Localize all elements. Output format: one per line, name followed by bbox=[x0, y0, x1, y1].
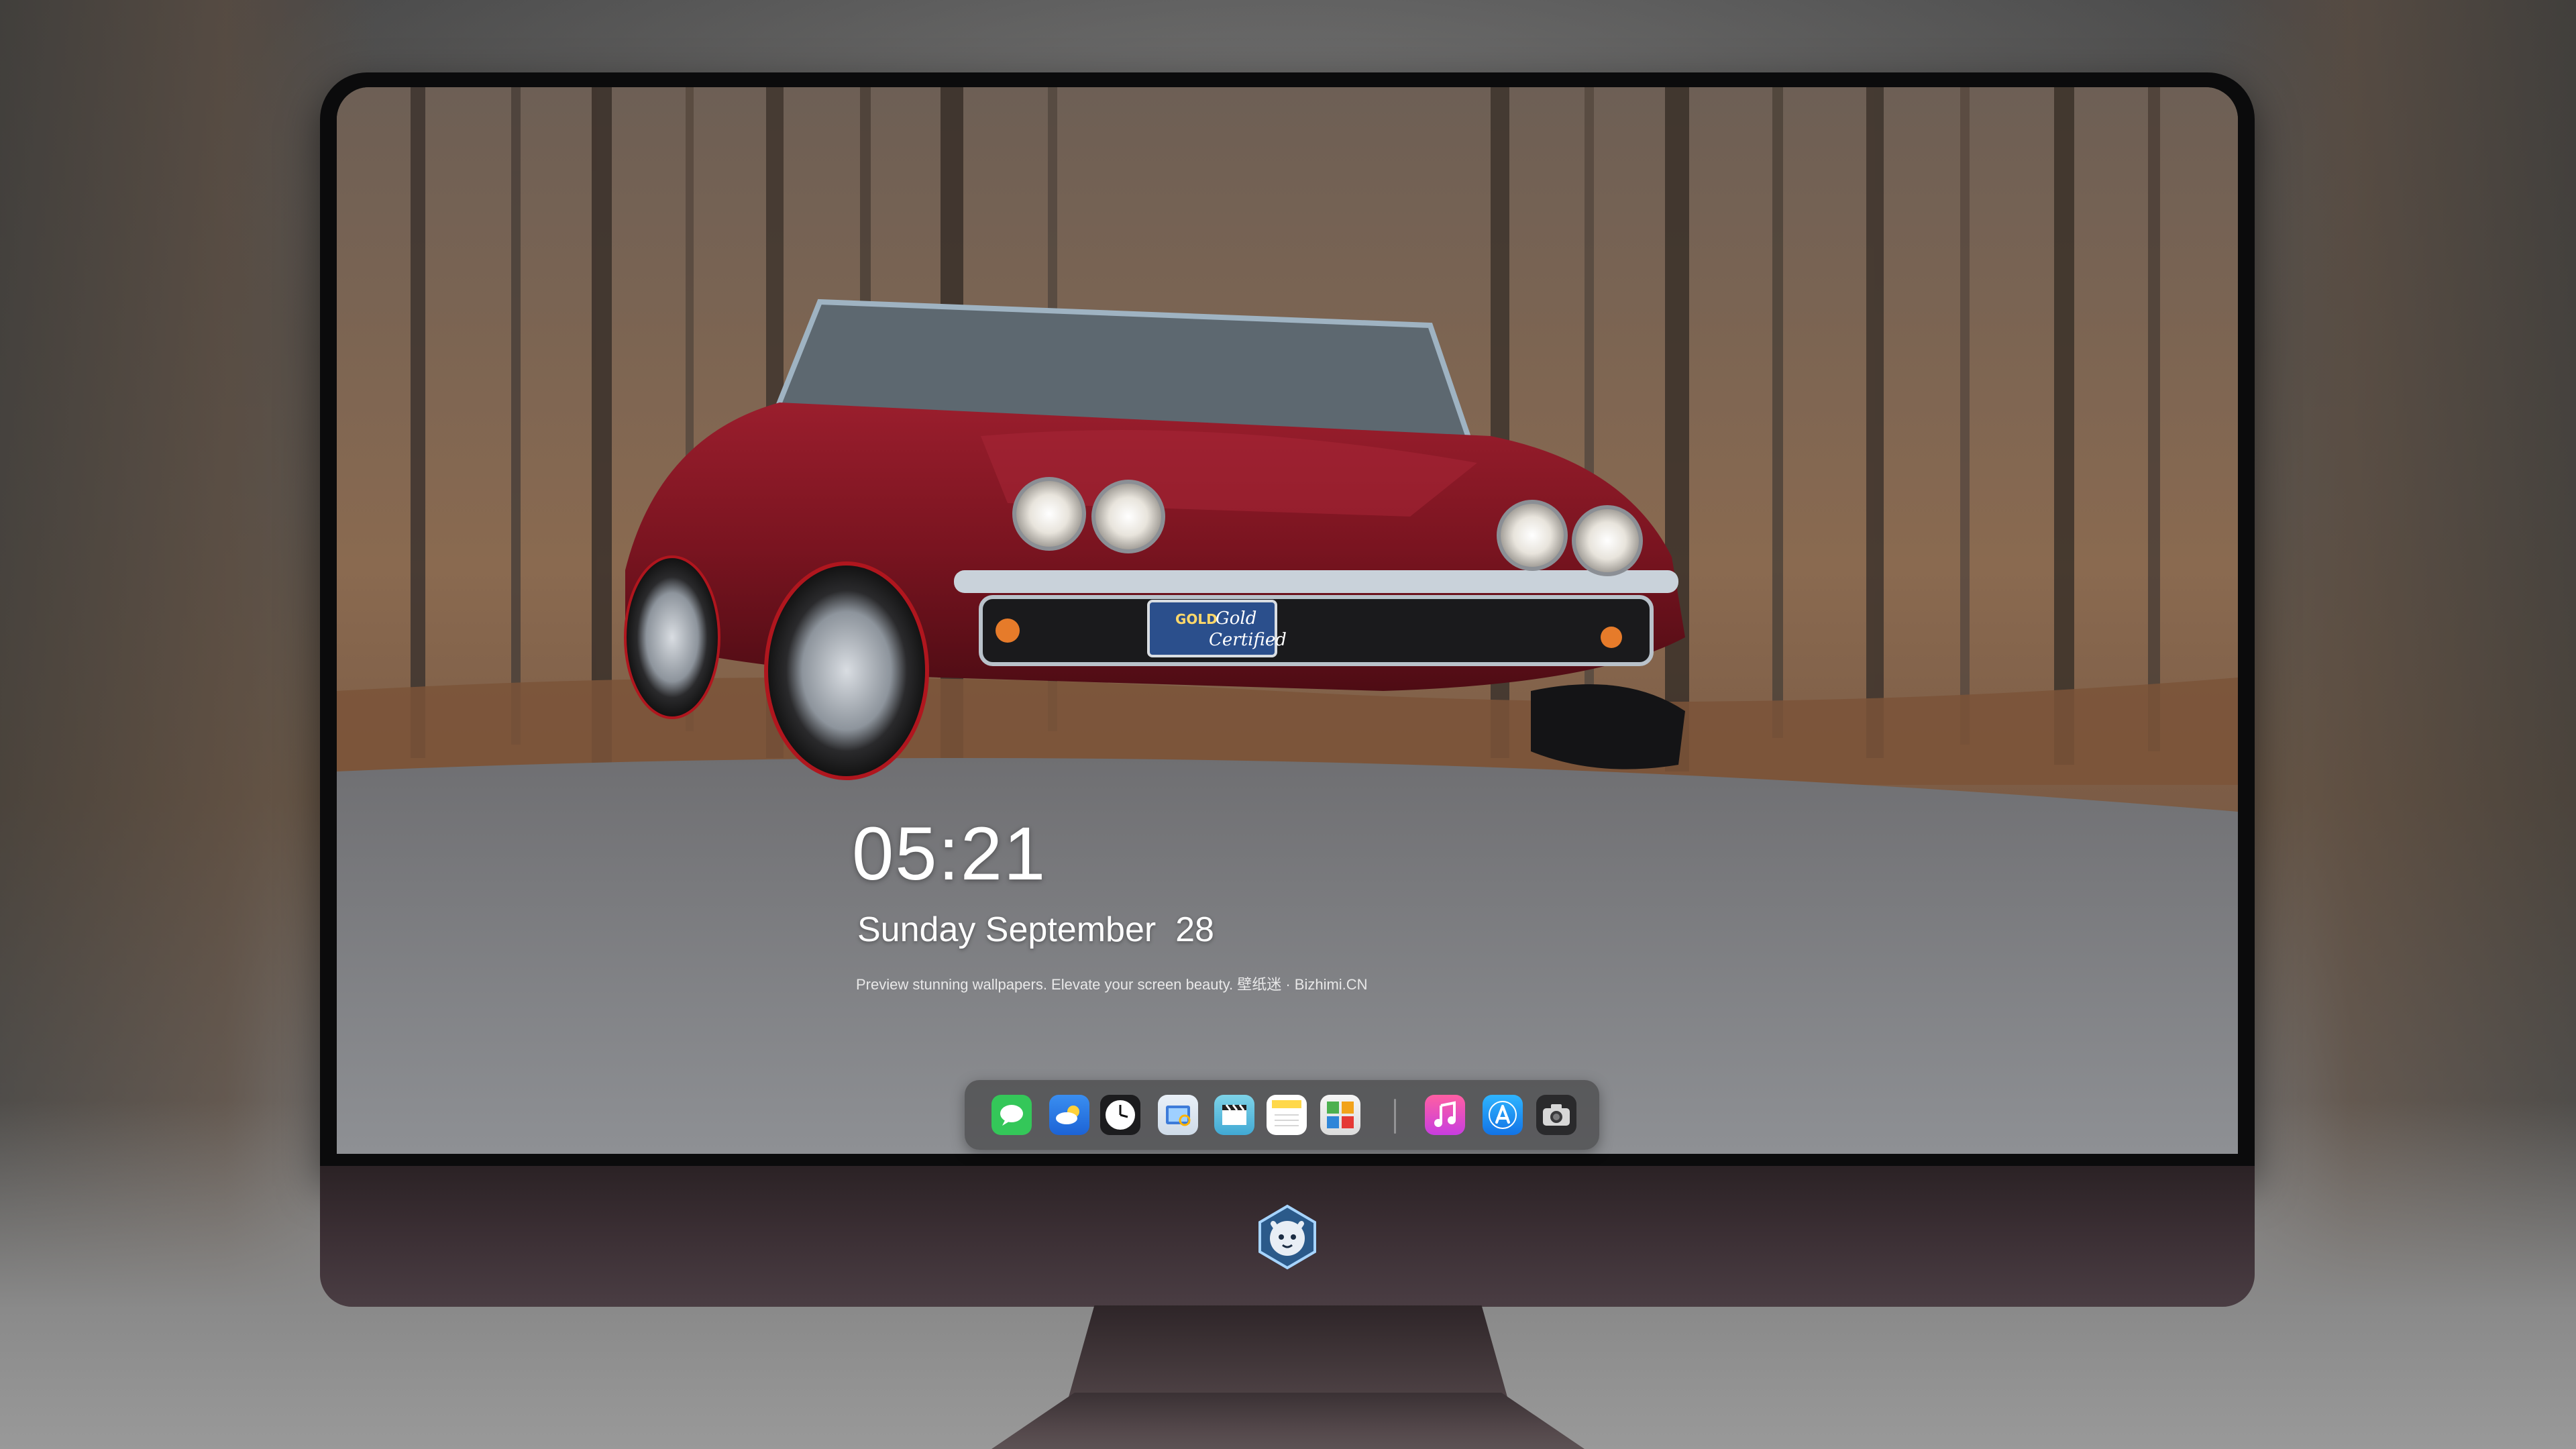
mascot-logo-icon bbox=[1258, 1204, 1316, 1270]
notes-icon[interactable] bbox=[1267, 1095, 1307, 1135]
weather-icon[interactable] bbox=[1049, 1095, 1089, 1135]
plate-line2: Certified bbox=[1209, 630, 1287, 650]
monitor-screen: GOLD Gold Certified 05:21 Sunday Septemb… bbox=[337, 87, 2238, 1154]
plate-badge: GOLD bbox=[1175, 611, 1218, 627]
plate-line1: Gold bbox=[1216, 608, 1256, 629]
monitor-stand-foot bbox=[991, 1393, 1585, 1449]
photo-booth-icon[interactable] bbox=[1320, 1095, 1360, 1135]
camera-icon[interactable] bbox=[1536, 1095, 1576, 1135]
dock bbox=[965, 1080, 1599, 1150]
lockscreen-date: Sunday September 28 bbox=[857, 910, 1214, 949]
lockscreen-time: 05:21 bbox=[852, 812, 1047, 896]
preview-icon[interactable] bbox=[1158, 1095, 1198, 1135]
messages-icon[interactable] bbox=[991, 1095, 1032, 1135]
clock-icon[interactable] bbox=[1100, 1095, 1140, 1135]
lockscreen-caption: Preview stunning wallpapers. Elevate you… bbox=[856, 976, 1368, 993]
monitor-stand-neck bbox=[1068, 1305, 1508, 1399]
app-store-icon[interactable] bbox=[1483, 1095, 1523, 1135]
music-icon[interactable] bbox=[1425, 1095, 1465, 1135]
clips-icon[interactable] bbox=[1214, 1095, 1254, 1135]
dock-separator bbox=[1394, 1099, 1396, 1134]
